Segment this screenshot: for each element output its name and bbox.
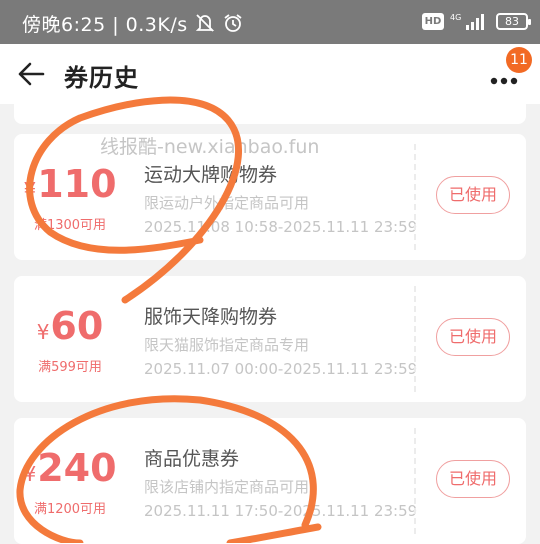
coupon-validity: 2025.11.11 17:50-2025.11.11 23:59	[144, 502, 418, 520]
currency-symbol: ¥	[36, 320, 50, 344]
battery-icon: 83	[496, 13, 531, 30]
coupon-divider	[414, 144, 416, 250]
network-type: 4G	[450, 13, 461, 22]
more-menu-button[interactable]	[490, 70, 518, 89]
back-button[interactable]	[16, 60, 46, 92]
coupon-description: 限该店铺内指定商品可用	[144, 478, 310, 496]
coupon-card: ¥240 满1200可用 商品优惠券 限该店铺内指定商品可用 2025.11.1…	[14, 418, 526, 544]
coupon-amount-value: 110	[37, 162, 117, 206]
mute-icon	[194, 13, 216, 38]
coupon-divider	[414, 428, 416, 534]
coupon-name: 商品优惠券	[144, 448, 240, 470]
coupon-condition: 满1200可用	[33, 502, 107, 517]
coupon-amount: ¥240	[14, 446, 126, 490]
more-dots-icon	[490, 77, 518, 85]
watermark: 线报酷-new.xianbao.fun	[100, 136, 320, 158]
network-speed: 0.3K/s	[125, 14, 188, 36]
used-status-button[interactable]: 已使用	[436, 460, 510, 498]
used-status-button[interactable]: 已使用	[436, 318, 510, 356]
coupon-card: ¥60 满599可用 服饰天降购物券 限天猫服饰指定商品专用 2025.11.0…	[14, 276, 526, 402]
back-arrow-icon	[18, 62, 45, 86]
coupon-amount: ¥60	[14, 304, 126, 348]
currency-symbol: ¥	[23, 462, 37, 486]
coupon-value-section: ¥240 满1200可用	[14, 418, 126, 544]
coupon-value-section: ¥60 满599可用	[14, 276, 126, 402]
status-bar: 傍晚6:25 | 0.3K/s HD 4G 83	[0, 0, 540, 44]
hd-icon: HD	[422, 13, 444, 30]
page-title: 券历史	[64, 64, 139, 92]
coupon-divider	[414, 286, 416, 392]
coupon-amount-value: 240	[37, 446, 117, 490]
coupon-name: 运动大牌购物券	[144, 164, 278, 186]
status-time: 傍晚6:25	[22, 14, 106, 36]
coupon-condition: 满599可用	[38, 360, 102, 375]
previous-card-edge	[14, 104, 526, 124]
coupon-name: 服饰天降购物券	[144, 306, 278, 328]
coupon-amount: ¥110	[14, 162, 126, 206]
coupon-validity: 2025.11.08 10:58-2025.11.11 23:59	[144, 218, 418, 236]
coupon-description: 限天猫服饰指定商品专用	[144, 336, 310, 354]
app-header: 券历史 11	[0, 44, 540, 104]
coupon-validity: 2025.11.07 00:00-2025.11.11 23:59	[144, 360, 418, 378]
alarm-icon	[223, 13, 243, 38]
notification-badge: 11	[506, 47, 532, 73]
coupon-condition: 满1300可用	[33, 218, 107, 233]
coupon-description: 限运动户外指定商品可用	[144, 194, 310, 212]
coupon-amount-value: 60	[50, 304, 104, 348]
status-left: 傍晚6:25 | 0.3K/s	[22, 10, 243, 38]
currency-symbol: ¥	[23, 178, 37, 202]
used-status-button[interactable]: 已使用	[436, 176, 510, 214]
signal-icon: 4G	[450, 12, 484, 36]
